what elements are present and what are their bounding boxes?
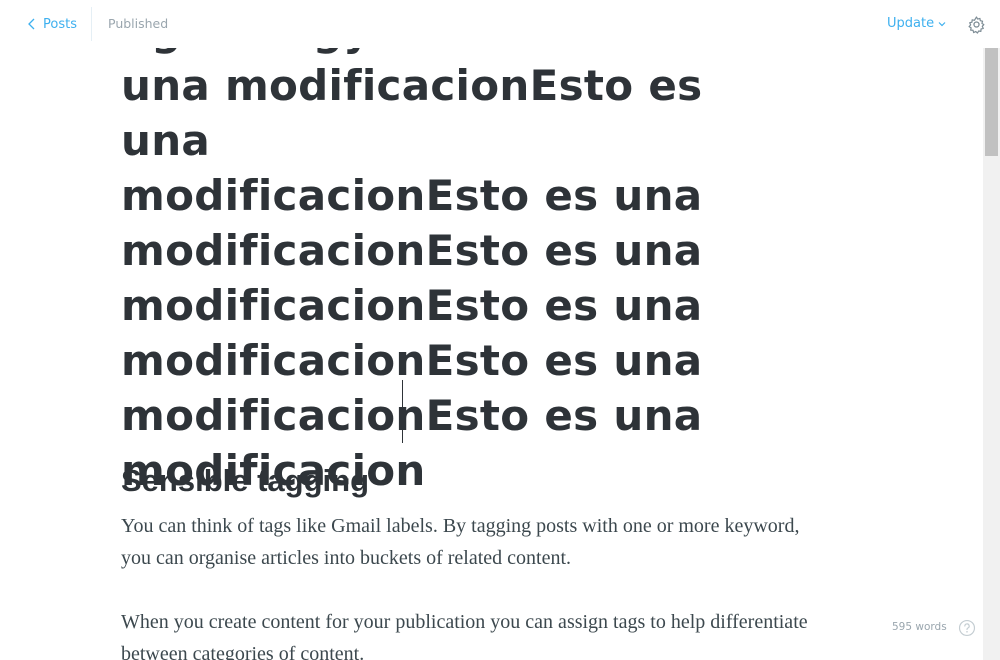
editor-header: Posts Published Update: [0, 0, 1000, 48]
post-status: Published: [108, 16, 169, 31]
chevron-down-icon: [938, 21, 946, 26]
editor-content[interactable]: nga ma gy una modificacionEsto es una mo…: [121, 0, 821, 660]
gear-icon[interactable]: [967, 15, 986, 34]
word-count: 595 words: [892, 621, 947, 633]
back-to-posts-link[interactable]: Posts: [26, 14, 77, 34]
scrollbar-thumb[interactable]: [985, 48, 998, 156]
header-divider: [91, 7, 92, 41]
update-label: Update: [887, 16, 935, 31]
body-paragraph[interactable]: When you create content for your publica…: [121, 606, 811, 660]
text-cursor: [402, 380, 403, 443]
body-paragraph[interactable]: You can think of tags like Gmail labels.…: [121, 510, 811, 574]
question-circle-icon[interactable]: [958, 619, 976, 637]
update-button[interactable]: Update: [887, 16, 947, 31]
chevron-left-icon: [28, 18, 35, 30]
section-heading[interactable]: Sensible tagging: [121, 462, 369, 500]
vertical-scrollbar[interactable]: [983, 48, 1000, 660]
post-title-editor[interactable]: nga ma gy una modificacionEsto es una mo…: [121, 3, 771, 498]
back-label: Posts: [43, 16, 77, 32]
